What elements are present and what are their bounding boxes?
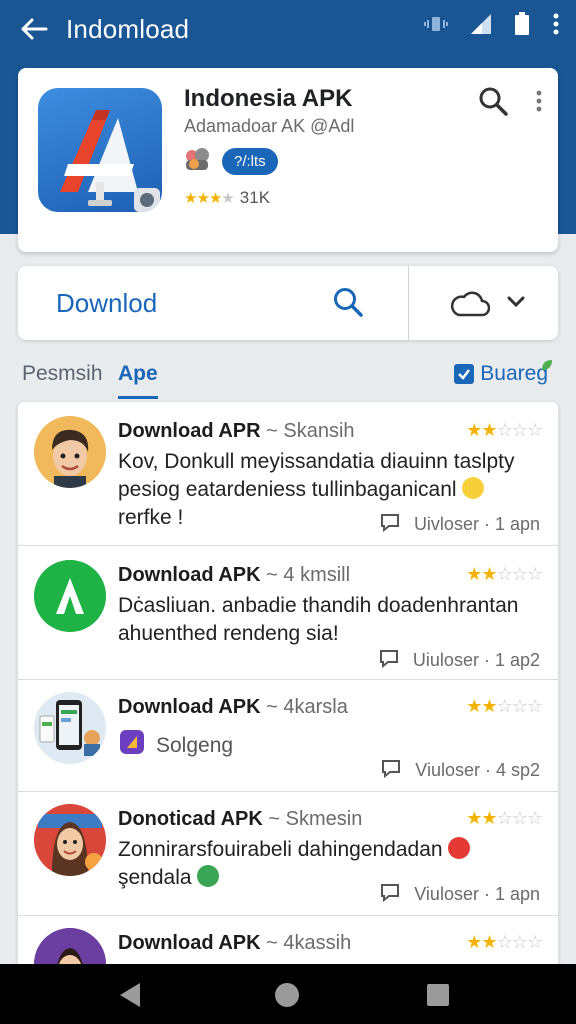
cloud-icon[interactable] bbox=[450, 288, 491, 323]
app-bar-title: Indomload bbox=[66, 13, 190, 44]
review-app-name: Donoticad APK bbox=[118, 808, 263, 830]
review-app-name: Download APK bbox=[118, 932, 261, 954]
app-bar: Indomload bbox=[0, 0, 576, 58]
divider bbox=[408, 266, 409, 340]
system-nav-bar bbox=[0, 964, 576, 1024]
review-text-tail: şendala bbox=[118, 866, 192, 889]
app-logo-icon bbox=[38, 88, 162, 212]
battery-icon bbox=[514, 12, 530, 41]
filter-toggle[interactable]: Buareg bbox=[454, 360, 552, 386]
comment-icon[interactable] bbox=[381, 758, 401, 783]
content-rating-badge[interactable]: ?/:lts bbox=[222, 148, 278, 175]
review-stars: ★★☆☆☆ bbox=[466, 808, 543, 828]
review-footer: Uiuloser · 1 ap2 bbox=[379, 648, 540, 673]
app-rating: ★★★★ 31K bbox=[184, 188, 270, 208]
review-item[interactable]: Download APK ~ 4 kmsill ★★☆☆☆ Dċasliuan.… bbox=[18, 546, 558, 680]
review-footer-text: Uivloser · 1 apn bbox=[413, 514, 540, 534]
download-bar: Downlod bbox=[18, 266, 558, 340]
nav-home-icon[interactable] bbox=[274, 982, 300, 1013]
review-stars: ★★☆☆☆ bbox=[466, 696, 543, 716]
avatar bbox=[34, 804, 106, 876]
review-stars: ★★☆☆☆ bbox=[466, 932, 543, 952]
review-meta: ~ 4kassih bbox=[266, 932, 352, 954]
angry-emoji-icon bbox=[448, 837, 471, 859]
category-icon bbox=[184, 146, 214, 177]
review-text: Kov, Donkull meyissandatia diauinn taslp… bbox=[118, 450, 515, 501]
review-meta: ~ 4 kmsill bbox=[266, 564, 351, 586]
review-item[interactable]: Download APK ~ 4kassih ★★☆☆☆ bbox=[18, 916, 558, 964]
chevron-down-icon[interactable] bbox=[506, 292, 526, 317]
review-app-name: Download APK bbox=[118, 696, 261, 718]
search-icon[interactable] bbox=[478, 86, 508, 121]
review-stars: ★★☆☆☆ bbox=[466, 420, 543, 440]
review-item[interactable]: Download APK ~ 4karsla ★★☆☆☆ Solgeng Viu… bbox=[18, 680, 558, 792]
review-app-name: Download APR bbox=[118, 420, 261, 442]
app-developer: Adamadoar AK @Adl bbox=[184, 116, 355, 136]
review-text: Zonnirarsfouirabeli dahingendadan bbox=[118, 838, 443, 861]
status-icons bbox=[424, 12, 560, 41]
signal-icon bbox=[470, 13, 492, 40]
tab-first[interactable]: Pesmsih bbox=[22, 362, 103, 386]
avatar bbox=[34, 692, 106, 764]
rating-stars: ★★★★ bbox=[184, 190, 235, 207]
review-footer: Viuloser · 4 sp2 bbox=[381, 758, 540, 783]
review-list: Download APR ~ Skansih ★★☆☆☆ Kov, Donkul… bbox=[18, 402, 558, 964]
download-search-icon[interactable] bbox=[332, 286, 364, 323]
review-text: Solgeng bbox=[156, 734, 234, 757]
review-footer-text: Viuloser · 4 sp2 bbox=[415, 760, 540, 780]
review-footer: Uivloser · 1 apn bbox=[380, 512, 540, 537]
leaf-icon bbox=[540, 354, 554, 378]
review-meta: ~ 4karsla bbox=[266, 696, 348, 718]
leaf-emoji-icon bbox=[197, 865, 220, 887]
review-body: Dċasliuan. anbadie thandih doadenhrantan… bbox=[118, 594, 519, 645]
filter-label: Buareg bbox=[480, 362, 548, 385]
review-item[interactable]: Donoticad APK ~ Skmesin ★★☆☆☆ Zonnirarsf… bbox=[18, 792, 558, 916]
download-button[interactable]: Downlod bbox=[56, 288, 157, 319]
tab-active[interactable]: Ape bbox=[118, 362, 158, 399]
app-name: Indonesia APK bbox=[184, 85, 353, 112]
review-meta: ~ Skansih bbox=[266, 420, 355, 442]
avatar bbox=[34, 928, 106, 964]
comment-icon[interactable] bbox=[380, 882, 400, 907]
avatar bbox=[34, 416, 106, 488]
overflow-menu-icon[interactable] bbox=[552, 13, 560, 40]
app-tags: ?/:lts bbox=[184, 146, 278, 177]
review-text-tail: rerfke ! bbox=[118, 506, 184, 529]
back-arrow-icon[interactable] bbox=[16, 11, 52, 47]
avatar bbox=[34, 560, 106, 632]
review-item[interactable]: Download APR ~ Skansih ★★☆☆☆ Kov, Donkul… bbox=[18, 402, 558, 546]
review-footer-text: Uiuloser · 1 ap2 bbox=[412, 650, 540, 670]
comment-icon[interactable] bbox=[379, 648, 399, 673]
more-options-icon[interactable] bbox=[536, 90, 542, 117]
review-title: Download APK ~ 4karsla bbox=[118, 696, 348, 719]
card-actions bbox=[478, 86, 542, 121]
review-footer-text: Viuloser · 1 apn bbox=[414, 884, 540, 904]
comment-icon[interactable] bbox=[380, 512, 400, 537]
review-meta: ~ Skmesin bbox=[268, 808, 363, 830]
review-title: Donoticad APK ~ Skmesin bbox=[118, 808, 362, 831]
nav-recents-icon[interactable] bbox=[426, 983, 450, 1012]
review-app-name: Download APK bbox=[118, 564, 261, 586]
checkbox-icon[interactable] bbox=[454, 364, 475, 384]
review-stars: ★★☆☆☆ bbox=[466, 564, 543, 584]
app-card: Indonesia APK Adamadoar AK @Adl ?/:lts ★… bbox=[18, 68, 558, 252]
app-tag-icon bbox=[118, 728, 146, 764]
review-title: Download APK ~ 4kassih bbox=[118, 932, 351, 955]
review-footer: Viuloser · 1 apn bbox=[380, 882, 540, 907]
rating-count: 31K bbox=[239, 188, 271, 207]
review-title: Download APR ~ Skansih bbox=[118, 420, 355, 443]
nav-back-icon[interactable] bbox=[118, 982, 142, 1013]
review-title: Download APK ~ 4 kmsill bbox=[118, 564, 350, 587]
vibrate-icon bbox=[424, 14, 448, 39]
tab-bar: Pesmsih Ape Buareg bbox=[22, 360, 556, 399]
smile-emoji-icon bbox=[462, 477, 485, 499]
